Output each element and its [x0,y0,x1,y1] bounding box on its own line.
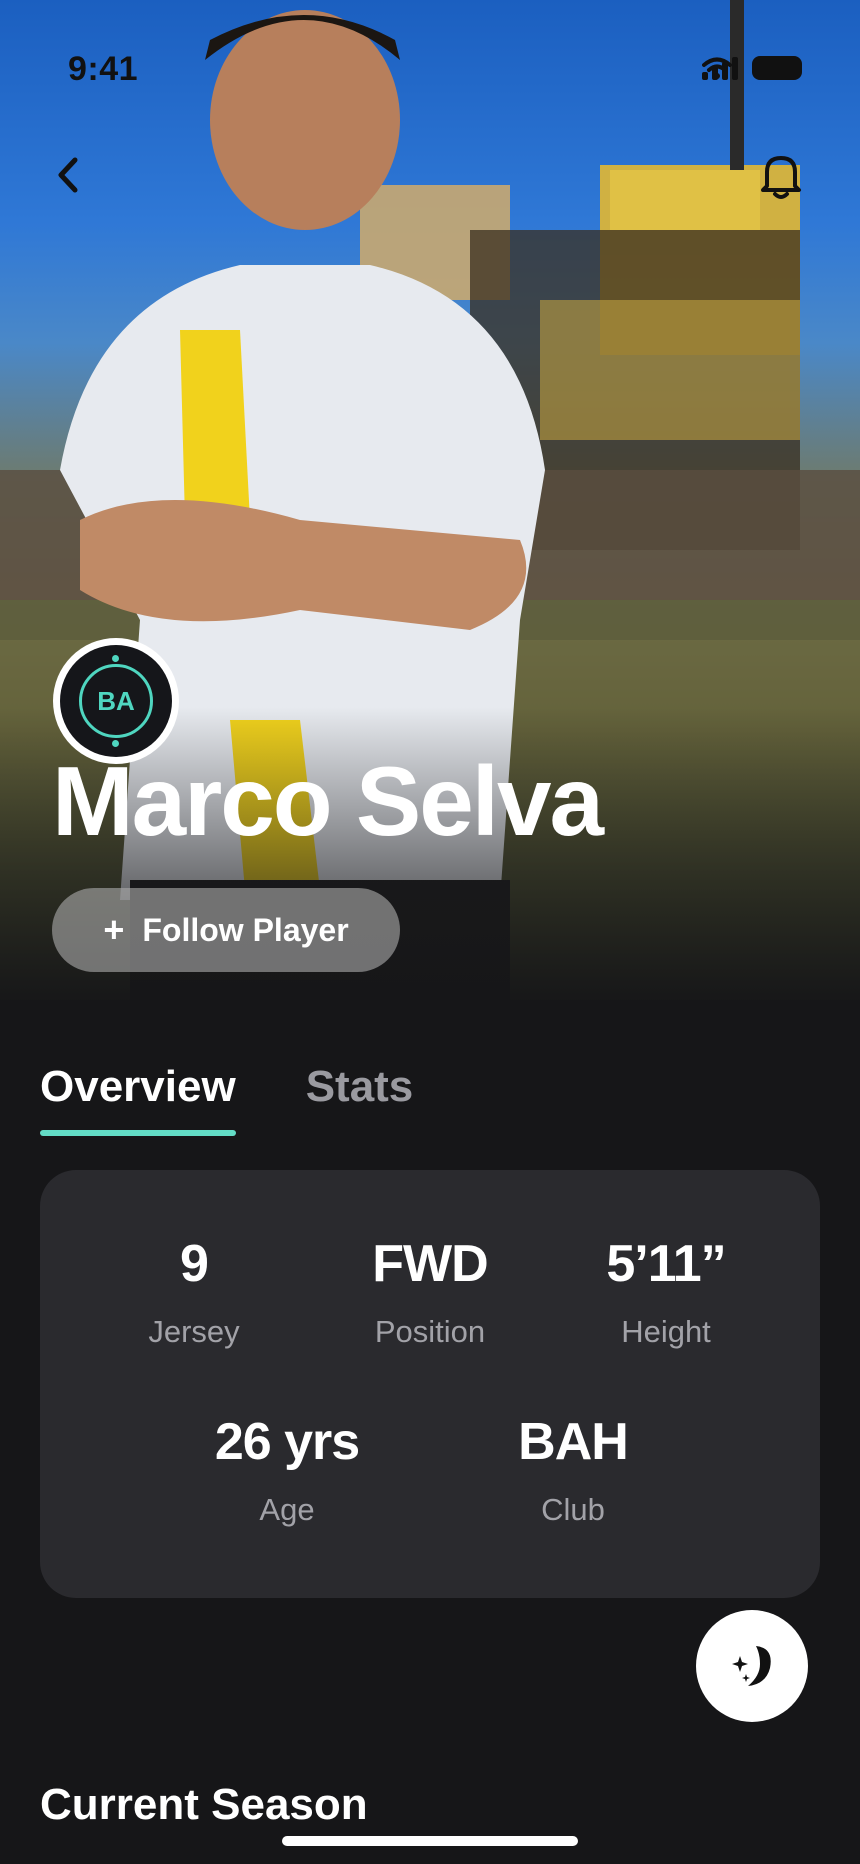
plus-icon: + [103,909,125,950]
stat-value: BAH [518,1413,629,1471]
stat-value: 26 yrs [214,1413,360,1471]
profile-tabs: Overview Stats [40,1062,413,1136]
stat-age: 26 yrs Age [214,1412,360,1528]
stat-club: BAH Club [518,1412,629,1528]
ai-sparkle-icon [732,1646,771,1686]
hero-illustration [0,0,860,1010]
stat-label: Club [541,1492,605,1527]
back-chevron-icon [58,157,78,193]
tab-stats[interactable]: Stats [306,1062,414,1136]
home-indicator[interactable] [282,1836,578,1846]
current-season-heading: Current Season [40,1780,368,1829]
status-bar: 9:41 [0,0,860,140]
tab-overview[interactable]: Overview [40,1062,236,1136]
stat-height: 5’11” Height [606,1234,726,1350]
stat-label: Jersey [148,1314,240,1349]
stat-label: Height [621,1314,711,1349]
wifi-icon [702,57,732,79]
stat-label: Position [374,1314,486,1349]
player-info-card: 9 Jersey FWD Position 5’11” Height 26 yr… [40,1170,820,1598]
follow-player-label: Follow Player [142,911,349,948]
avatar-dot-top [112,655,119,662]
stat-label: Age [259,1492,315,1527]
avatar-initials: BA [79,664,153,738]
status-time: 9:41 [68,50,139,88]
player-name: Marco Selva [52,746,604,856]
stat-value: FWD [372,1235,488,1293]
battery-icon [752,56,802,80]
notifications-button[interactable] [760,152,806,202]
ai-assistant-button[interactable] [696,1610,808,1722]
follow-player-button[interactable]: + Follow Player [52,888,400,972]
stat-jersey: 9 Jersey [148,1234,239,1350]
hero-photo: 9:41 BA Marco Selva + Follow Player [0,0,860,1010]
stat-value: 9 [180,1235,209,1293]
stat-position: FWD Position [372,1234,488,1350]
bell-icon [761,156,801,199]
back-button[interactable] [56,156,96,200]
stat-value: 5’11” [606,1235,726,1293]
status-icons [702,56,802,80]
